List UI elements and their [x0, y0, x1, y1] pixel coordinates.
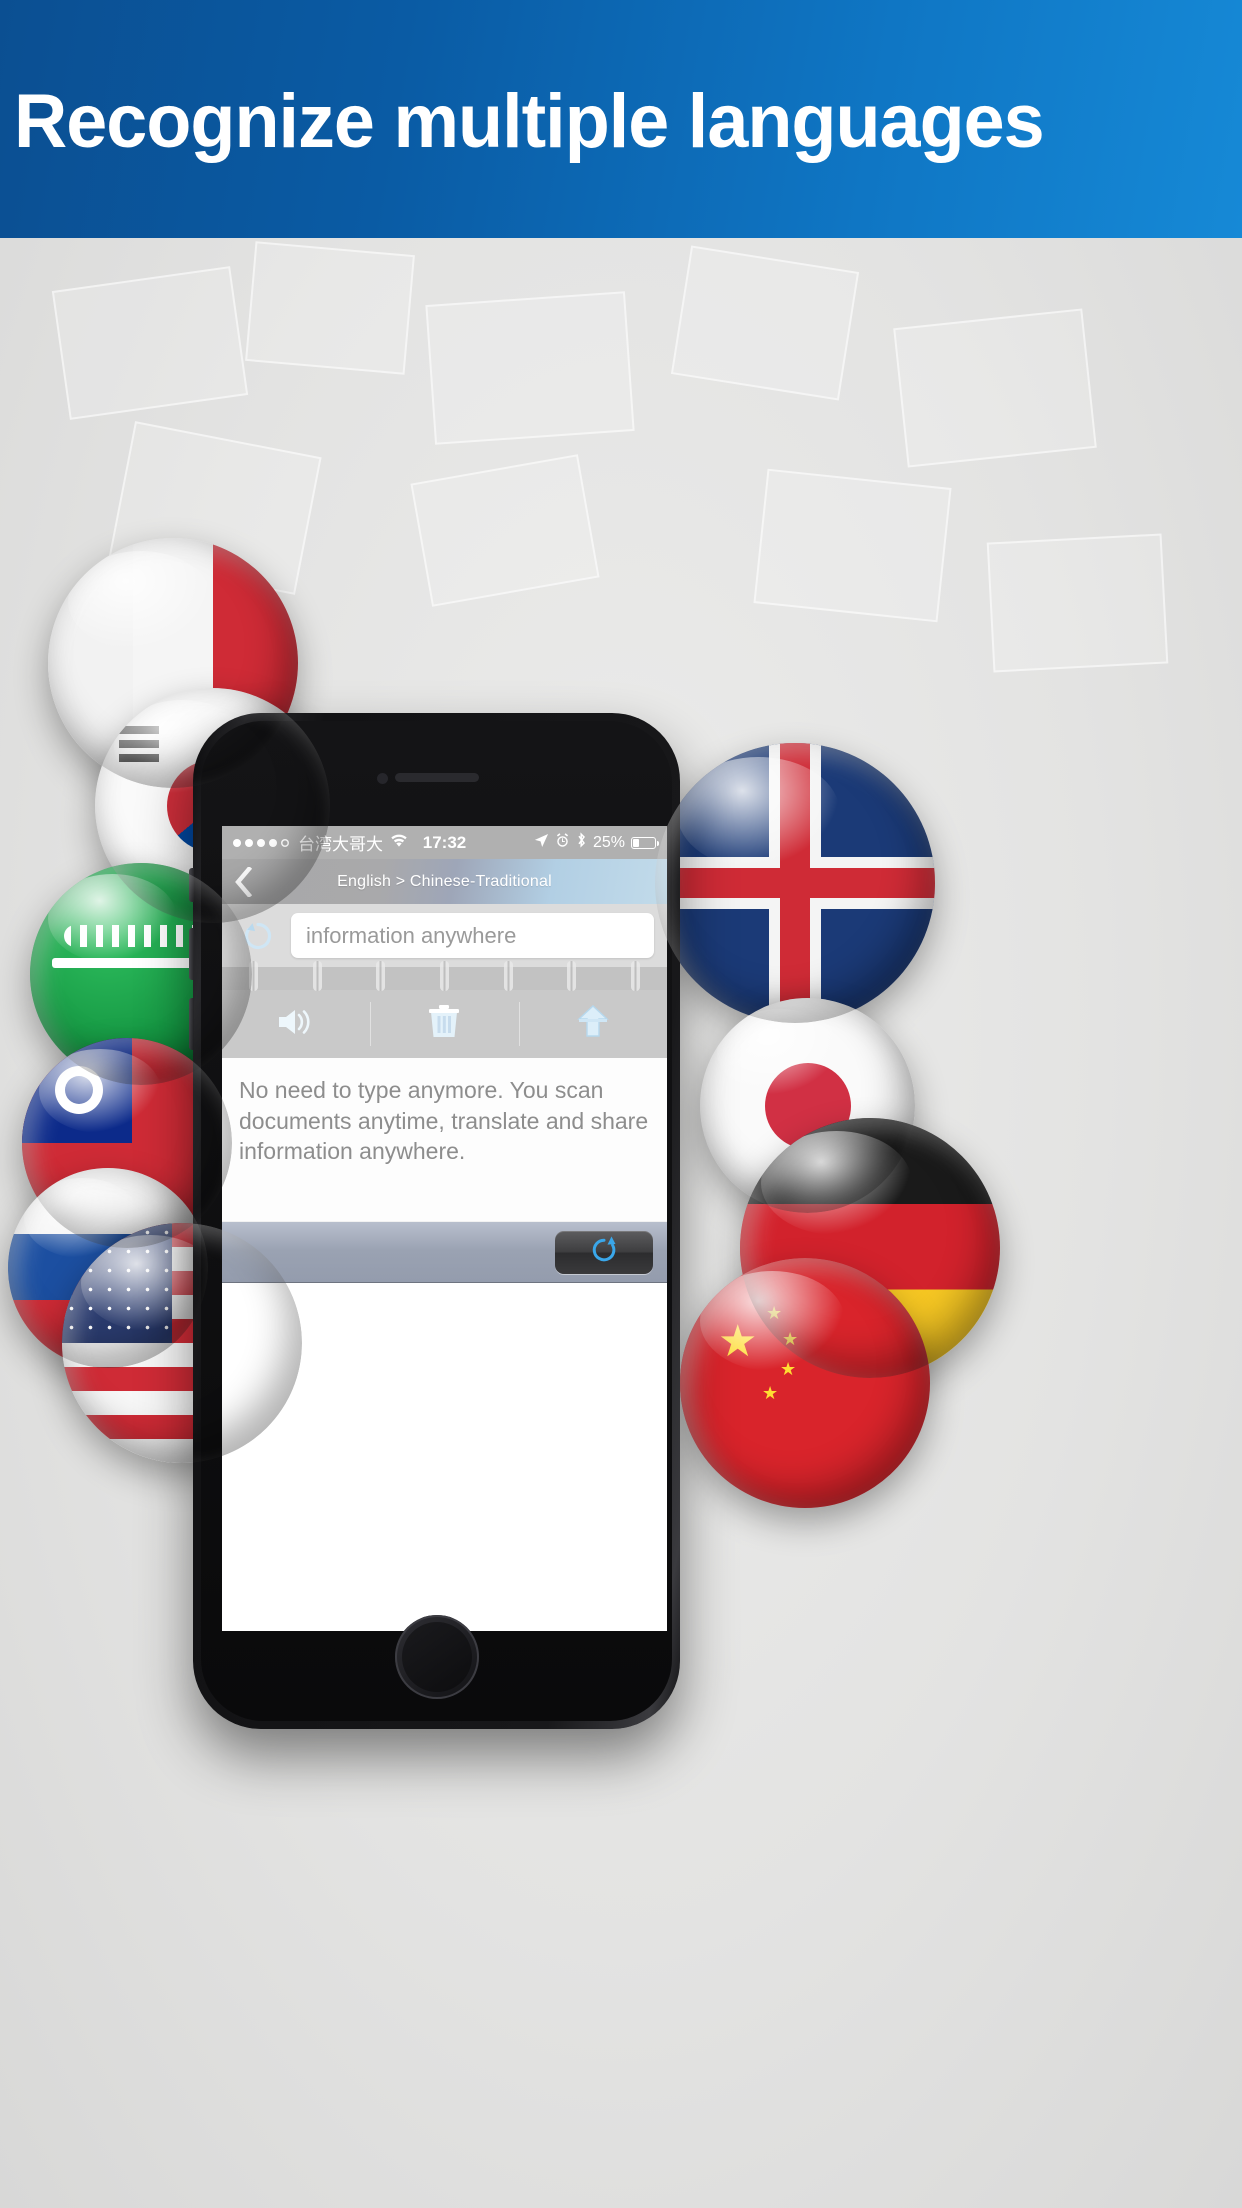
spiral-coil	[567, 961, 577, 991]
translation-text: No need to type anymore. You scan docume…	[239, 1077, 649, 1165]
front-camera-icon	[377, 773, 388, 784]
decor-sheet	[425, 291, 635, 445]
share-button[interactable]	[518, 990, 667, 1058]
decor-sheet	[986, 533, 1169, 673]
swap-languages-button[interactable]	[555, 1230, 653, 1274]
navigation-bar: English > Chinese-Traditional	[222, 859, 667, 904]
decor-sheet	[670, 245, 860, 401]
phone-bezel: 台湾大哥大 17:32 25% English > Chinese-Tradit…	[201, 721, 672, 1721]
spiral-coil	[439, 961, 449, 991]
status-right-group: 25%	[534, 832, 659, 853]
picker-toolbar	[222, 1221, 667, 1283]
signal-strength-icon	[233, 838, 289, 847]
speak-button[interactable]	[222, 990, 370, 1058]
decor-sheet	[410, 454, 600, 607]
spiral-coil	[376, 961, 386, 991]
decor-sheet	[893, 308, 1097, 468]
translation-text-area[interactable]: No need to type anymore. You scan docume…	[222, 1058, 667, 1221]
undo-refresh-icon[interactable]	[235, 913, 281, 959]
spiral-coil	[630, 961, 640, 991]
status-bar: 台湾大哥大 17:32 25%	[222, 826, 667, 859]
search-input[interactable]: information anywhere	[291, 913, 654, 958]
decor-sheet	[753, 468, 952, 623]
spiral-coil	[503, 961, 513, 991]
flag-china: ★ ★ ★ ★ ★	[680, 1258, 930, 1508]
spiral-binding-decoration	[222, 961, 667, 991]
refresh-swap-icon	[589, 1235, 619, 1270]
decor-sheet	[245, 241, 415, 375]
phone-device: 台湾大哥大 17:32 25% English > Chinese-Tradit…	[189, 713, 680, 1729]
language-pair-title: English > Chinese-Traditional	[337, 872, 552, 890]
location-arrow-icon	[534, 833, 549, 853]
header-banner: Recognize multiple languages	[0, 0, 1242, 238]
battery-fill	[633, 838, 639, 847]
action-toolbar	[222, 990, 667, 1058]
volume-up-button[interactable]	[189, 928, 194, 980]
wifi-icon	[390, 833, 408, 853]
search-input-value: information anywhere	[306, 922, 517, 948]
ring-silent-switch[interactable]	[189, 868, 194, 902]
spiral-coil	[249, 961, 259, 991]
page-title: Recognize multiple languages	[14, 79, 1045, 164]
trash-icon	[427, 1004, 461, 1045]
alarm-clock-icon	[555, 832, 570, 853]
photo-backdrop: ★ ★ ★ ★ ★ 台湾大哥大 17:32 25% English > Chin…	[0, 238, 1242, 2208]
earpiece-speaker	[394, 773, 479, 782]
carrier-label: 台湾大哥大	[298, 835, 383, 854]
share-upload-icon	[576, 1004, 610, 1045]
volume-down-button[interactable]	[189, 998, 194, 1050]
phone-screen: 台湾大哥大 17:32 25% English > Chinese-Tradit…	[222, 826, 667, 1631]
flag-united-kingdom	[655, 743, 935, 1023]
home-button[interactable]	[394, 1615, 479, 1699]
decor-sheet	[51, 266, 249, 420]
bluetooth-icon	[576, 832, 587, 853]
search-row: information anywhere	[222, 904, 667, 967]
home-button-inner	[401, 1622, 472, 1692]
spiral-coil	[312, 961, 322, 991]
battery-percent-label: 25%	[592, 833, 625, 851]
speaker-icon	[274, 1005, 318, 1044]
battery-icon	[631, 836, 659, 849]
delete-button[interactable]	[370, 990, 518, 1058]
